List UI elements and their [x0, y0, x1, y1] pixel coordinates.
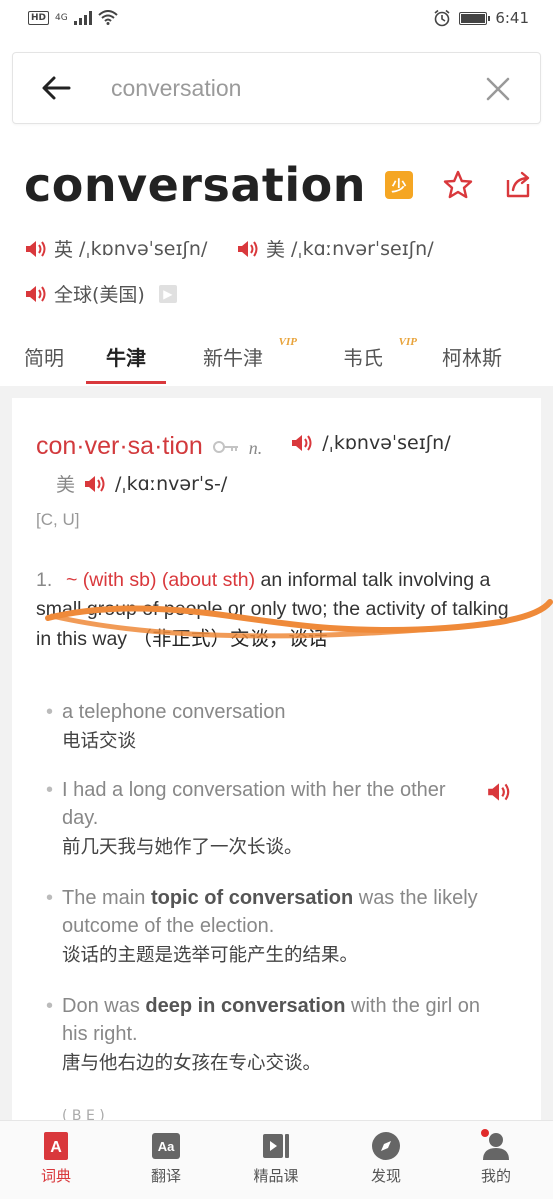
- battery-icon: [459, 11, 491, 25]
- close-icon[interactable]: [484, 75, 512, 103]
- tab-label: 韦氏: [343, 346, 383, 370]
- speaker-icon[interactable]: [24, 283, 48, 305]
- profile-icon: [481, 1129, 511, 1161]
- alarm-icon: [434, 9, 450, 27]
- example-4: Don was deep in conversation with the gi…: [46, 992, 482, 1078]
- example-collocation: topic of conversation: [150, 887, 354, 909]
- speaker-icon[interactable]: [83, 473, 107, 495]
- svg-text:A: A: [50, 1139, 62, 1156]
- svg-text:Aa: Aa: [158, 1139, 175, 1154]
- notification-dot: [481, 1129, 489, 1137]
- example-collocation: deep in conversation: [145, 995, 346, 1017]
- tab-oxford[interactable]: 牛津: [106, 342, 146, 371]
- tab-label: 牛津: [106, 346, 146, 370]
- speaker-icon[interactable]: [24, 238, 48, 260]
- nav-translate[interactable]: Aa 翻译: [126, 1131, 206, 1186]
- share-icon[interactable]: [503, 170, 533, 200]
- tab-collins[interactable]: 柯林斯: [442, 342, 502, 371]
- speaker-icon[interactable]: [290, 432, 314, 454]
- bottom-navigation: A 词典 Aa 翻译 精品课 发现 我的: [0, 1120, 553, 1199]
- headword-actions: 少: [385, 170, 533, 200]
- course-icon: [261, 1131, 291, 1161]
- headword: conversation: [24, 158, 367, 212]
- tab-label: 柯林斯: [442, 346, 502, 370]
- search-bar: conversation: [12, 52, 541, 124]
- expand-arrow-icon[interactable]: ▶: [158, 284, 177, 303]
- part-of-speech: n.: [248, 438, 263, 458]
- pron-global[interactable]: 全球(美国) ▶: [24, 280, 177, 307]
- entry-ipa-us[interactable]: 美 /ˌkɑːnvərˈs-/: [56, 470, 227, 497]
- nav-discover[interactable]: 发现: [346, 1131, 426, 1186]
- key-icon: [212, 441, 238, 453]
- example-zh: 前几天我与她作了一次长谈。: [62, 837, 303, 858]
- nav-label: 精品课: [253, 1167, 299, 1185]
- example-en: Don was: [62, 995, 146, 1017]
- pron-uk-label: 英: [54, 239, 74, 261]
- sense-translation: （非正式）交谈，谈话: [132, 627, 328, 650]
- pron-us-label: 美: [266, 239, 286, 261]
- pron-uk-ipa: /ˌkɒnvəˈseɪʃn/: [79, 237, 208, 260]
- pron-global-label: 全球(美国): [54, 284, 145, 306]
- speaker-icon[interactable]: [236, 238, 260, 260]
- nav-label: 翻译: [150, 1167, 181, 1185]
- nav-profile[interactable]: 我的: [456, 1129, 536, 1186]
- nav-label: 发现: [370, 1167, 401, 1185]
- us-marker: 美: [56, 474, 76, 496]
- pron-us-ipa: /ˌkɑːnvərˈseɪʃn/: [291, 237, 434, 260]
- back-arrow-icon[interactable]: [39, 71, 73, 105]
- dictionary-tabs: 简明 牛津 新牛津 VIP 韦氏 VIP 柯林斯: [0, 330, 553, 386]
- tab-webster[interactable]: 韦氏 VIP: [343, 336, 417, 371]
- vip-badge: VIP: [398, 336, 417, 348]
- entry-ipa-uk[interactable]: /ˌkɒnvəˈseɪʃn/: [290, 432, 451, 454]
- network-type: 4G: [55, 12, 68, 23]
- tab-label: 简明: [24, 346, 64, 370]
- example-en: I had a long conversation with her the o…: [62, 779, 446, 829]
- ipa-text: /ˌkɒnvəˈseɪʃn/: [322, 432, 451, 454]
- example-2: I had a long conversation with her the o…: [46, 776, 482, 862]
- entry-word: con·ver·sa·tion: [36, 432, 203, 460]
- sense-pattern: ~ (with sb): [66, 569, 157, 591]
- vip-badge: VIP: [278, 336, 297, 348]
- nav-courses[interactable]: 精品课: [236, 1131, 316, 1186]
- example-1: a telephone conversation 电话交谈: [46, 698, 482, 756]
- ipa-text: /ˌkɑːnvərˈs-/: [115, 472, 228, 495]
- kid-mode-button[interactable]: 少: [385, 171, 413, 199]
- nav-label: 我的: [480, 1167, 511, 1185]
- clock: 6:41: [495, 9, 529, 27]
- dictionary-icon: A: [41, 1131, 71, 1161]
- example-en: The main: [62, 887, 151, 909]
- tab-label: 新牛津: [203, 346, 263, 370]
- wifi-icon: [98, 10, 118, 25]
- nav-dictionary[interactable]: A 词典: [16, 1131, 96, 1186]
- example-zh: 电话交谈: [62, 731, 137, 752]
- tab-jianming[interactable]: 简明: [24, 342, 64, 371]
- sense-1: 1. ~ (with sb) (about sth) an informal ta…: [36, 566, 516, 654]
- status-bar: HD 4G 6:41: [0, 0, 553, 40]
- discover-icon: [371, 1131, 401, 1161]
- pron-us[interactable]: 美/ˌkɑːnvərˈseɪʃn/: [236, 235, 434, 262]
- grammar-code: [C, U]: [36, 510, 80, 529]
- star-icon[interactable]: [443, 170, 473, 200]
- example-zh: 谈话的主题是选举可能产生的结果。: [62, 945, 359, 966]
- search-input[interactable]: conversation: [111, 75, 241, 102]
- sense-number: 1.: [36, 569, 53, 591]
- entry-header: con·ver·sa·tion n. /ˌkɒnvəˈseɪʃn/: [36, 432, 451, 461]
- speaker-icon[interactable]: [486, 780, 512, 804]
- tab-new-oxford[interactable]: 新牛津 VIP: [203, 336, 297, 371]
- pron-uk[interactable]: 英/ˌkɒnvəˈseɪʃn/: [24, 235, 207, 262]
- nav-label: 词典: [40, 1167, 71, 1185]
- example-en: a telephone conversation: [62, 701, 286, 723]
- example-zh: 唐与他右边的女孩在专心交谈。: [62, 1053, 322, 1074]
- translate-icon: Aa: [151, 1131, 181, 1161]
- active-tab-indicator: [86, 381, 166, 384]
- sense-pattern: (about sth): [161, 569, 256, 591]
- signal-icon: [73, 10, 92, 25]
- example-3: The main topic of conversation was the l…: [46, 884, 482, 970]
- hd-badge: HD: [28, 10, 50, 25]
